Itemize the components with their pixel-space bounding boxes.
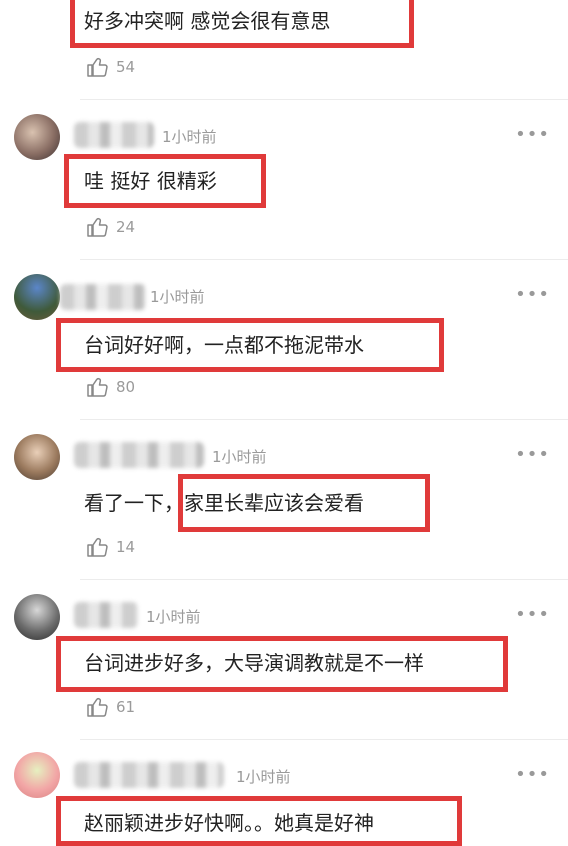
like-count: 24 — [116, 218, 136, 236]
more-dots-icon[interactable]: ••• — [515, 766, 550, 784]
more-dots-icon[interactable]: ••• — [515, 446, 550, 464]
avatar[interactable] — [14, 434, 60, 480]
comment-time: 1小时前 — [162, 128, 217, 146]
comment-item: 1小时前 ••• 台词好好啊，一点都不拖泥带水 80 — [0, 260, 568, 420]
thumbs-up-icon — [87, 537, 108, 557]
comment-item: 1小时前 ••• 赵丽颖进步好快啊。。她真是好神 — [0, 740, 568, 846]
comment-time: 1小时前 — [150, 288, 205, 306]
avatar[interactable] — [14, 274, 60, 320]
thumbs-up-icon — [87, 377, 108, 397]
like-button[interactable]: 80 — [86, 374, 135, 400]
thumbs-up-icon — [87, 57, 108, 77]
more-dots-icon[interactable]: ••• — [515, 126, 550, 144]
like-button[interactable]: 24 — [86, 214, 135, 240]
comment-time: 1小时前 — [212, 448, 267, 466]
like-count: 14 — [116, 538, 136, 556]
comment-item: 1小时前 ••• 台词进步好多，大导演调教就是不一样 61 — [0, 580, 568, 740]
like-button[interactable]: 61 — [86, 694, 135, 720]
like-count: 54 — [116, 58, 136, 76]
comment-time: 1小时前 — [146, 608, 201, 626]
thumbs-up-icon — [87, 217, 108, 237]
thumbs-up-icon — [87, 697, 108, 717]
like-count: 61 — [116, 698, 136, 716]
like-button[interactable]: 14 — [86, 534, 135, 560]
comment-text: 台词好好啊，一点都不拖泥带水 — [84, 333, 364, 357]
comment-text: 赵丽颖进步好快啊。。她真是好神 — [84, 811, 374, 835]
avatar[interactable] — [14, 752, 60, 798]
comment-text: 哇 挺好 很精彩 — [84, 169, 217, 193]
comment-text: 看了一下，家里长辈应该会爱看 — [84, 491, 364, 515]
username-blurred[interactable] — [74, 122, 154, 148]
comment-item: 1小时前 ••• 看了一下，家里长辈应该会爱看 14 — [0, 420, 568, 580]
more-dots-icon[interactable]: ••• — [515, 606, 550, 624]
username-blurred[interactable] — [74, 762, 224, 788]
comment-item: 1小时前 ••• 哇 挺好 很精彩 24 — [0, 100, 568, 260]
username-blurred[interactable] — [60, 284, 146, 310]
like-count: 80 — [116, 378, 136, 396]
like-button[interactable]: 54 — [86, 54, 135, 80]
username-blurred[interactable] — [74, 602, 138, 628]
username-blurred[interactable] — [74, 442, 204, 468]
avatar[interactable] — [14, 594, 60, 640]
more-dots-icon[interactable]: ••• — [515, 286, 550, 304]
comment-text: 好多冲突啊 感觉会很有意思 — [84, 9, 331, 33]
avatar[interactable] — [14, 114, 60, 160]
comment-item: 好多冲突啊 感觉会很有意思 54 — [0, 0, 568, 100]
comment-time: 1小时前 — [236, 768, 291, 786]
comment-text: 台词进步好多，大导演调教就是不一样 — [84, 651, 424, 675]
